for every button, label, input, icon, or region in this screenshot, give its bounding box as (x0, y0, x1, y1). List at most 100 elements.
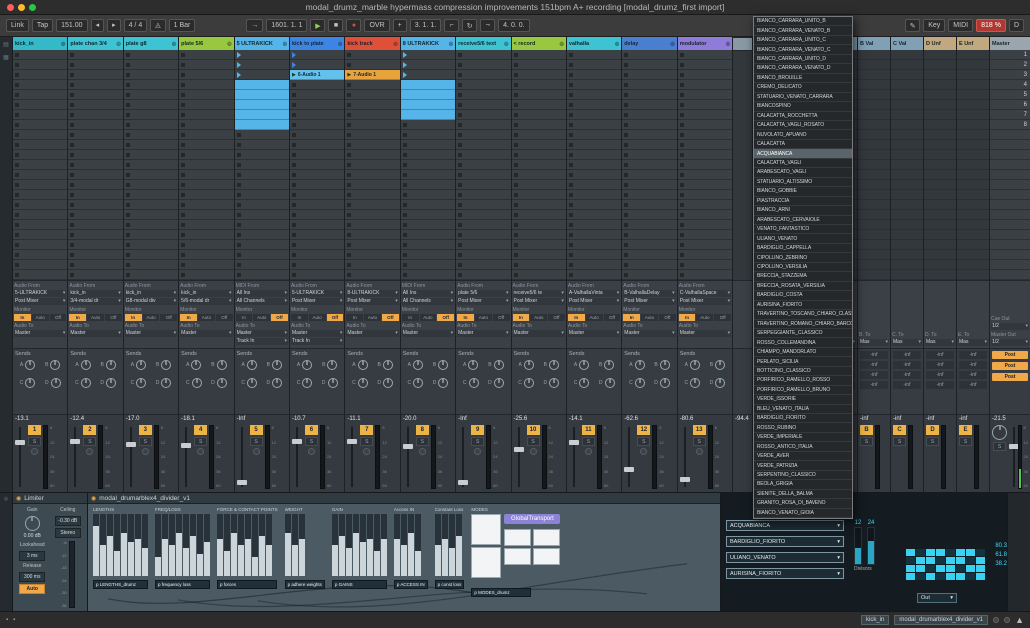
clip-slot[interactable] (567, 120, 621, 130)
marble-preset-item[interactable]: BARDIGLIO_COSTA (754, 291, 852, 300)
volume-readout[interactable]: -17.0 (126, 416, 176, 425)
send-value[interactable]: -inf (959, 361, 987, 369)
clip-slot[interactable] (13, 100, 67, 110)
fader-handle[interactable] (347, 439, 357, 444)
clip-slot[interactable] (124, 110, 178, 120)
marble-preset-item[interactable]: ROSSO_RUBINO (754, 423, 852, 432)
monitor-auto-button[interactable]: Auto (586, 314, 603, 321)
track-activator-icon[interactable]: ◎ (615, 41, 619, 47)
clip-slot[interactable] (622, 50, 676, 60)
clip-slot[interactable] (678, 140, 732, 150)
marble-preset-item[interactable]: CALACATTA_ROCCHETTA (754, 112, 852, 121)
marble-preset-item[interactable]: BIANCO_BROUILLE (754, 74, 852, 83)
clip-slot[interactable] (401, 180, 455, 190)
track-activator-icon[interactable]: ◎ (560, 41, 564, 47)
param-slider[interactable] (381, 514, 387, 576)
param-slider[interactable] (285, 514, 291, 576)
send-value[interactable]: -inf (893, 351, 921, 359)
input-select[interactable]: 5-ULTRAKICK▾ (14, 290, 66, 297)
clip-slot[interactable] (179, 130, 233, 140)
track-header[interactable]: kick track◎ (345, 37, 399, 50)
clip-slot[interactable] (456, 100, 510, 110)
solo-button[interactable]: S (139, 437, 152, 446)
marble-preset-item[interactable]: BARDIGLIO_FIORITO (754, 414, 852, 423)
clip-slot[interactable] (13, 110, 67, 120)
grid-cell[interactable] (916, 549, 925, 556)
clip-slot[interactable] (124, 130, 178, 140)
param-slider[interactable] (93, 514, 99, 576)
marble-preset-item[interactable]: BIANCO_CARRARA_VENATO_B (754, 26, 852, 35)
clip-slot[interactable] (235, 120, 289, 130)
clip-slot[interactable] (512, 170, 566, 180)
play-icon[interactable]: ▶ (310, 19, 325, 32)
clip-slot[interactable] (290, 250, 344, 260)
send-knob[interactable] (690, 378, 700, 388)
clip-slot[interactable] (68, 200, 122, 210)
scene-slot[interactable] (990, 140, 1030, 150)
clip-slot[interactable] (290, 240, 344, 250)
arm-button[interactable] (419, 448, 426, 455)
param-slider[interactable] (204, 514, 210, 576)
send-value[interactable]: -inf (860, 351, 888, 359)
monitor-in-button[interactable]: In (236, 314, 253, 321)
master-out-select[interactable]: 1/2▾ (991, 339, 1029, 346)
clip-slot[interactable] (512, 60, 566, 70)
cue-out-select[interactable]: 1/2▾ (991, 323, 1029, 330)
return-track-header[interactable]: C Val (891, 37, 923, 50)
grid-cell[interactable] (926, 565, 935, 572)
clip-slot[interactable] (567, 270, 621, 280)
monitor-in-button[interactable]: In (679, 314, 696, 321)
input-channel-select[interactable]: Post Mixer▾ (513, 298, 565, 305)
input-channel-select[interactable]: All Channels▾ (402, 298, 454, 305)
input-channel-select[interactable]: Post Mixer▾ (568, 298, 620, 305)
arm-button[interactable] (363, 448, 370, 455)
clip-slot[interactable] (13, 230, 67, 240)
monitor-auto-button[interactable]: Auto (696, 314, 713, 321)
output-select[interactable]: Master▾ (679, 330, 731, 337)
clip-slot[interactable] (678, 110, 732, 120)
clip-slot[interactable] (401, 110, 455, 120)
lookahead-select[interactable]: 3 ms (19, 551, 45, 561)
clip-slot[interactable] (456, 230, 510, 240)
param-slider[interactable] (114, 514, 120, 576)
clip-slot[interactable] (179, 150, 233, 160)
input-channel-select[interactable]: Post Mixer▾ (623, 298, 675, 305)
track-activator-icon[interactable]: ◎ (61, 41, 65, 47)
solo-button[interactable]: S (693, 437, 706, 446)
track-header[interactable]: delay◎ (622, 37, 676, 50)
clip-slot[interactable] (345, 110, 399, 120)
clip-slot[interactable] (345, 200, 399, 210)
monitor-off-button[interactable]: Off (271, 314, 288, 321)
track-activator-icon[interactable]: ◎ (670, 41, 674, 47)
scene-slot[interactable] (990, 240, 1030, 250)
clip-slot[interactable] (68, 260, 122, 270)
marble-preset-item[interactable]: TRAVERTINO_ROMANO_CHIARO_BARCO (754, 320, 852, 329)
clip-slot[interactable] (567, 200, 621, 210)
param-slider[interactable] (449, 514, 455, 576)
scene-slot[interactable]: 6 (990, 100, 1030, 110)
send-knob[interactable] (579, 360, 589, 370)
clip-slot[interactable] (567, 80, 621, 90)
param-slider[interactable] (100, 514, 106, 576)
clip-slot[interactable] (235, 190, 289, 200)
volume-readout[interactable]: -inf (926, 416, 954, 425)
clip-slot[interactable] (512, 80, 566, 90)
send-knob[interactable] (161, 360, 171, 370)
solo-button[interactable]: S (416, 437, 429, 446)
clip-slot[interactable] (68, 140, 122, 150)
clip-slot[interactable] (13, 270, 67, 280)
clip-slot[interactable] (13, 60, 67, 70)
gain-knob[interactable] (25, 516, 40, 531)
marble-preset-item[interactable]: ULIANO_VENATO (754, 234, 852, 243)
clip-slot[interactable] (678, 160, 732, 170)
input-select[interactable]: C-ValhallaSpace▾ (679, 290, 731, 297)
marble-preset-item[interactable]: BEOLA_GRIGIA (754, 480, 852, 489)
marble-preset-item[interactable]: VENATO_FANTASTICO (754, 225, 852, 234)
clip-slot[interactable] (179, 70, 233, 80)
volume-readout[interactable]: -18.1 (181, 416, 231, 425)
volume-readout[interactable]: -25.6 (514, 416, 564, 425)
clip-slot[interactable] (235, 260, 289, 270)
clip-slot[interactable] (68, 230, 122, 240)
selected-track-chip[interactable]: kick_in (861, 615, 889, 625)
clip-slot[interactable] (124, 190, 178, 200)
